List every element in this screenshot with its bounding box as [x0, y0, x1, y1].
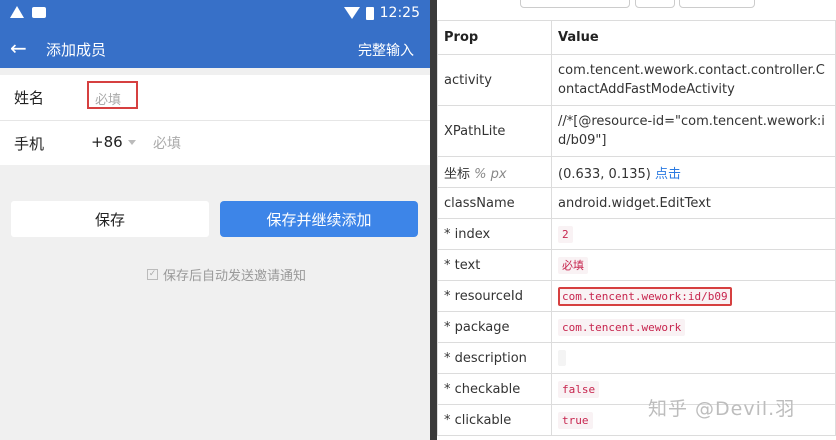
inspector-panel: Prop Value activity com.tencent.wework.c… [437, 0, 836, 440]
watermark: 知乎 @Devil.羽 [648, 398, 796, 420]
checkable-value: false [558, 380, 600, 398]
table-header-row: Prop Value [437, 20, 836, 55]
auto-invite-label: 保存后自动发送邀请通知 [163, 269, 307, 284]
prop-cell: 坐标 % px [437, 156, 552, 188]
image-icon [32, 6, 46, 18]
country-code-select[interactable]: +86 [91, 133, 123, 151]
value-cell: 2 [551, 218, 836, 250]
page-title: 添加成员 [46, 41, 107, 59]
member-form: 姓名 必填 手机 +86 必填 [0, 75, 430, 165]
prop-cell: activity [437, 54, 552, 106]
value-header: Value [551, 20, 836, 55]
mobile-row: 手机 +86 必填 [0, 121, 430, 166]
auto-invite-option[interactable]: ✓ 保存后自动发送邀请通知 [147, 265, 306, 284]
phone-screen: 12:25 ← 添加成员 完整输入 姓名 必填 手机 +86 必填 保存 保存并… [0, 0, 430, 440]
mobile-label: 手机 [14, 135, 45, 153]
battery-icon [365, 6, 374, 20]
chevron-down-icon[interactable] [128, 140, 136, 145]
table-row: * resourceId com.tencent.wework:id/b09 [437, 280, 836, 312]
full-input-button[interactable]: 完整输入 [358, 40, 414, 60]
warning-icon [10, 6, 24, 18]
prop-cell: * checkable [437, 373, 552, 405]
prop-cell: * description [437, 342, 552, 374]
prop-cell: * clickable [437, 404, 552, 436]
status-bar: 12:25 [0, 0, 430, 30]
table-row: activity com.tencent.wework.contact.cont… [437, 54, 836, 106]
value-cell: //*[@resource-id="com.tencent.wework:id/… [551, 105, 836, 157]
percent-unit-toggle[interactable]: % [474, 167, 486, 182]
description-value [558, 350, 566, 366]
value-cell: com.tencent.wework.contact.controller.Co… [551, 54, 836, 106]
table-row: className android.widget.EditText [437, 187, 836, 219]
px-unit-toggle[interactable]: px [491, 167, 507, 182]
mobile-input[interactable]: 必填 [153, 133, 181, 153]
value-cell: android.widget.EditText [551, 187, 836, 219]
prop-cell: * index [437, 218, 552, 250]
table-row: * package com.tencent.wework [437, 311, 836, 343]
prop-header: Prop [437, 20, 552, 55]
prop-cell: * resourceId [437, 280, 552, 312]
save-and-continue-button[interactable]: 保存并继续添加 [220, 201, 418, 237]
table-row: 坐标 % px (0.633, 0.135) 点击 [437, 156, 836, 188]
app-bar: ← 添加成员 完整输入 [0, 30, 430, 68]
table-row: * index 2 [437, 218, 836, 250]
wifi-icon [343, 7, 360, 19]
name-label: 姓名 [14, 89, 45, 107]
save-button[interactable]: 保存 [11, 201, 209, 237]
value-cell: com.tencent.wework [551, 311, 836, 343]
table-row: * description [437, 342, 836, 374]
coord-value: (0.633, 0.135) [558, 166, 651, 182]
coord-label: 坐标 [444, 166, 471, 182]
toolbar-button[interactable] [679, 0, 755, 8]
properties-table: Prop Value activity com.tencent.wework.c… [437, 20, 836, 436]
name-row: 姓名 必填 [0, 75, 430, 121]
toolbar-button[interactable] [635, 0, 675, 8]
value-cell: (0.633, 0.135) 点击 [551, 156, 836, 188]
table-row: * text 必填 [437, 249, 836, 281]
prop-cell: * text [437, 249, 552, 281]
toolbar-button[interactable] [520, 0, 630, 8]
name-input[interactable]: 必填 [87, 81, 138, 109]
click-link[interactable]: 点击 [655, 167, 681, 182]
resource-id-value: com.tencent.wework:id/b09 [558, 286, 732, 306]
value-cell: 必填 [551, 249, 836, 281]
index-value: 2 [558, 225, 573, 243]
text-value: 必填 [558, 257, 588, 274]
package-value: com.tencent.wework [558, 318, 686, 336]
split-divider[interactable] [430, 0, 437, 440]
prop-cell: * package [437, 311, 552, 343]
value-cell: com.tencent.wework:id/b09 [551, 280, 836, 312]
prop-cell: className [437, 187, 552, 219]
clickable-value: true [558, 411, 593, 429]
prop-cell: XPathLite [437, 105, 552, 157]
arrow-left-icon[interactable]: ← [10, 36, 27, 60]
table-row: XPathLite //*[@resource-id="com.tencent.… [437, 105, 836, 157]
status-time: 12:25 [379, 5, 420, 21]
value-cell [551, 342, 836, 374]
checkbox-checked-icon[interactable]: ✓ [147, 269, 158, 280]
